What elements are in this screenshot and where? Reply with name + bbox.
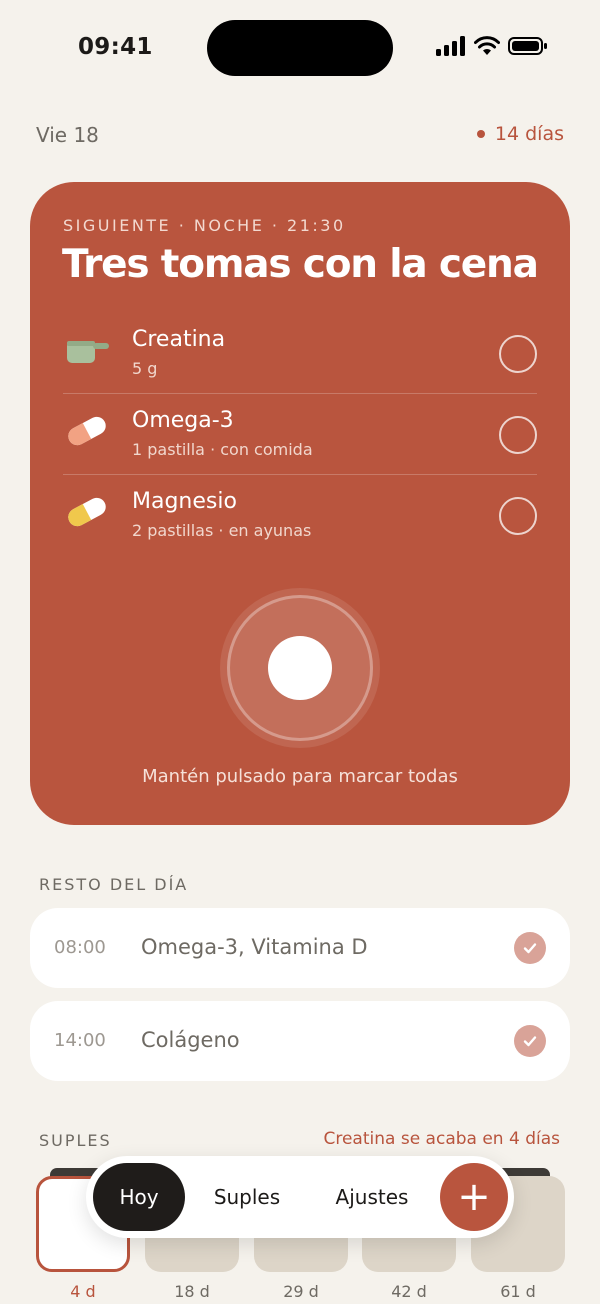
add-button[interactable]: + [440,1163,508,1231]
signal-icon [436,36,465,56]
streak-dot-icon [476,130,485,138]
status-time: 09:41 [78,34,153,60]
item-checkbox[interactable] [499,335,537,373]
low-stock-warning: Creatina se acaba en 4 días [323,1129,560,1149]
dynamic-island [207,20,393,76]
list-item[interactable]: Creatina 5 g [63,313,537,394]
stock-days-label: 61 d [500,1282,536,1301]
next-dose-list: Creatina 5 g Omega-3 1 pastilla · con co… [63,313,537,556]
hold-to-mark-all-button[interactable] [220,588,380,748]
item-checkbox[interactable] [499,416,537,454]
wifi-icon [474,36,500,55]
dose-name: Omega-3, Vitamina D [141,935,368,959]
tab-supplements[interactable]: Suples [204,1163,290,1231]
dose-time: 08:00 [54,937,106,958]
item-detail: 1 pastilla · con comida [132,440,313,459]
rest-of-day-label: RESTO DEL DÍA [39,875,189,894]
dose-row[interactable]: 14:00 Colágeno [30,1001,570,1081]
stock-days-label: 42 d [391,1282,427,1301]
list-item[interactable]: Omega-3 1 pastilla · con comida [63,394,537,475]
dose-time: 14:00 [54,1030,106,1051]
next-dose-card: SIGUIENTE · NOCHE · 21:30 Tres tomas con… [30,182,570,825]
battery-icon [508,37,547,55]
item-name: Omega-3 [132,408,234,433]
hold-progress-ring [227,595,373,741]
pill-orange-icon [68,416,106,446]
item-detail: 2 pastillas · en ayunas [132,521,312,540]
dose-name: Colágeno [141,1028,240,1052]
status-icons [436,36,548,56]
list-item[interactable]: Magnesio 2 pastillas · en ayunas [63,475,537,556]
streak-label: 14 días [494,123,564,145]
checkmark-icon[interactable] [514,932,546,964]
item-checkbox[interactable] [499,497,537,535]
streak-badge: 14 días [476,123,564,145]
supplements-label: SUPLES [39,1131,112,1150]
item-name: Creatina [132,327,226,352]
stock-days-label: 29 d [283,1282,319,1301]
tab-bar: Hoy Suples Ajustes + [86,1156,514,1238]
tab-today[interactable]: Hoy [93,1163,185,1231]
checkmark-icon[interactable] [514,1025,546,1057]
hold-hint: Mantén pulsado para marcar todas [142,766,458,787]
hold-dot [268,636,332,700]
item-name: Magnesio [132,489,237,514]
item-detail: 5 g [132,359,158,378]
stock-days-label: 18 d [174,1282,210,1301]
stock-days-label: 4 d [70,1282,96,1301]
next-dose-title: Tres tomas con la cena [62,242,539,287]
pill-yellow-icon [68,497,106,527]
scoop-icon [67,341,109,363]
next-dose-kicker: SIGUIENTE · NOCHE · 21:30 [63,216,346,235]
date-label: Vie 18 [36,123,99,147]
tab-settings[interactable]: Ajustes [326,1163,418,1231]
dose-row[interactable]: 08:00 Omega-3, Vitamina D [30,908,570,988]
